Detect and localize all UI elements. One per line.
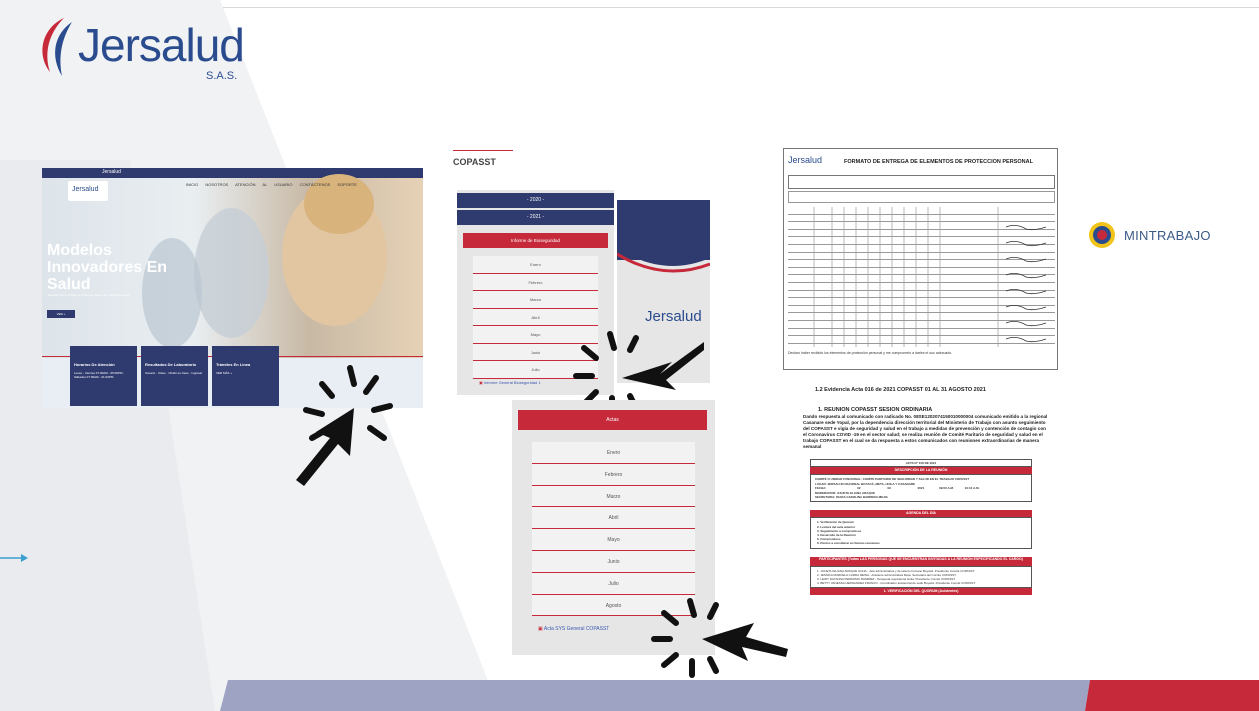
month-item[interactable]: Febrero xyxy=(532,463,695,486)
epp-form-document: Jersalud FORMATO DE ENTREGA DE ELEMENTOS… xyxy=(783,148,1058,370)
pdf-link-label: Informe General Bioseguridad 1 xyxy=(483,380,541,385)
desc-box: COMITÉ O UNIDAD FUNCIONAL: COMITÉ PARITA… xyxy=(810,474,1032,503)
year-2021-bar[interactable]: - 2021 - xyxy=(457,210,614,225)
month-item[interactable]: Enero xyxy=(473,256,598,274)
fecha-label: FECHA: xyxy=(815,486,827,491)
click-cursor-icon xyxy=(296,365,393,486)
month-item[interactable]: Junio xyxy=(532,550,695,573)
copasst-underline xyxy=(453,150,513,151)
website-nav-text: Jersalud xyxy=(102,169,121,175)
comite-label: COMITÉ O UNIDAD FUNCIONAL: xyxy=(815,477,862,482)
website-menu[interactable]: INICIO NOSOTROS ATENCIÓN AL USUARIO CONT… xyxy=(186,182,357,187)
form-footer: Declaro haber recibido los elementos de … xyxy=(788,351,953,355)
copasst-label: COPASST xyxy=(453,157,496,167)
year-2020-bar[interactable]: - 2020 - xyxy=(457,193,614,208)
acta-table: ACTA N° 016 DE 2021 DESCRIPCIÓN DE LA RE… xyxy=(810,459,1032,655)
banner-logo-text: Jersalud xyxy=(645,308,702,325)
acta-number: ACTA N° 016 DE 2021 xyxy=(810,459,1032,468)
month-item[interactable]: Julio xyxy=(532,572,695,595)
arrow-right-icon xyxy=(0,554,28,562)
agenda-item: 6. Puntos a considerar en futuras reunio… xyxy=(817,541,880,546)
evidence-title: 1.2 Evidencia Acta 016 de 2021 COPASST 0… xyxy=(815,387,986,393)
participants-header: PARTICIPANTES (Todas LAS PERSONAS QUE SE… xyxy=(810,556,1032,566)
secretaria: SECRETARIA: DIANA CAROLINA BARRERA MEJIA xyxy=(815,495,888,500)
fecha-dd: 02 xyxy=(857,486,861,491)
month-item[interactable]: Marzo xyxy=(532,485,695,508)
bioseguridad-header: Informe de Bioseguridad xyxy=(463,233,608,248)
acta-pdf-link[interactable]: ▣ Acta SYS General COPASST xyxy=(538,626,609,632)
evidence-heading: 1. REUNION COPASST SESION ORDINARIA xyxy=(818,407,933,413)
website-cta-button[interactable]: VER + xyxy=(47,310,75,318)
month-item[interactable]: Abril xyxy=(473,308,598,326)
website-card-horarios[interactable]: Horarios De Atención Lunes - Viernes 07:… xyxy=(70,346,137,406)
hora-fin: 10:10 A.M. xyxy=(964,486,980,491)
month-item[interactable]: Febrero xyxy=(473,273,598,291)
click-cursor-icon xyxy=(651,598,788,678)
form-info-row xyxy=(788,191,1055,203)
card-subtitle: Usuario · Clave · Olvidó su clave · Ingr… xyxy=(145,371,203,375)
form-columns xyxy=(813,207,1047,347)
logo-suffix: S.A.S. xyxy=(206,70,238,82)
website-hero-description: Jersalud S.A.S. brinda servicios de salu… xyxy=(47,293,130,297)
form-header-row xyxy=(788,175,1055,189)
card-title: Horarios De Atención xyxy=(74,362,115,367)
colombia-seal-icon xyxy=(1089,222,1115,248)
pdf-icon: ▣ xyxy=(479,380,483,385)
agenda-header: AGENDA DEL DÍA xyxy=(810,510,1032,518)
card-subtitle: VER MÁS + xyxy=(216,371,233,375)
pdf-icon: ▣ xyxy=(538,626,543,632)
card-title: Resultados De Laboratorio xyxy=(145,362,197,367)
hora-inicio: 09:00 A.M. xyxy=(939,486,954,491)
card-subtitle: Lunes - Viernes 07:00AM - 05:00PM · Sába… xyxy=(74,371,125,379)
month-item[interactable]: Enero xyxy=(532,442,695,464)
participant-item: 4. BETTY VANESSA HERNANDEZ FRANCO - Coor… xyxy=(817,581,976,586)
evidence-paragraph: Dando respuesta al comunicado con radica… xyxy=(803,414,1048,449)
mintrabajo-text: MINTRABAJO xyxy=(1124,228,1211,243)
website-top-bar: Jersalud xyxy=(42,168,423,178)
logo-text: Jersalud xyxy=(78,19,245,71)
actas-header: Actas xyxy=(518,410,707,430)
card-title: Trámites En Línea xyxy=(216,362,251,367)
mintrabajo-logo: MINTRABAJO xyxy=(1088,220,1218,252)
jersalud-logo: Jersalud S.A.S. xyxy=(34,14,264,84)
month-item[interactable]: Mayo xyxy=(532,529,695,551)
form-logo: Jersalud xyxy=(788,155,823,165)
form-title: FORMATO DE ENTREGA DE ELEMENTOS DE PROTE… xyxy=(844,159,1033,165)
website-logo[interactable]: Jersalud xyxy=(68,181,108,201)
actas-months: Enero Febrero Marzo Abril Mayo Junio Jul… xyxy=(532,442,695,617)
website-card-tramites[interactable]: Trámites En Línea VER MÁS + xyxy=(212,346,279,406)
comite-value: COMITÉ PARITARIO DE SEGURIDAD Y SALUD EN… xyxy=(862,477,970,482)
bioseguridad-pdf-link[interactable]: ▣ Informe General Bioseguridad 1 xyxy=(479,380,541,385)
fecha-mm: 09 xyxy=(887,486,891,491)
slide: Jersalud S.A.S. Jersalud Jersalud INICIO… xyxy=(0,0,1259,711)
fecha-aa: 2021 xyxy=(917,486,925,491)
verification-header: 1. VERIFICACIÓN DEL QUORUM (Asistentes) xyxy=(810,588,1032,596)
desc-header: DESCRIPCIÓN DE LA REUNIÓN xyxy=(810,467,1032,475)
banner-wave xyxy=(617,248,710,273)
website-hero-title: Modelos Innovadores En Salud xyxy=(47,242,168,293)
hero-doctor-image xyxy=(194,208,269,338)
bottom-bar xyxy=(220,680,1259,711)
website-card-laboratorio[interactable]: Resultados De Laboratorio Usuario · Clav… xyxy=(141,346,208,406)
participants-box: 1. JULIETH ELIANA ARAQUE OCHA - Jefe adm… xyxy=(810,565,1032,589)
month-item[interactable]: Abril xyxy=(532,507,695,530)
agenda-box: 1. Verificación de Quorum 2. Lectura del… xyxy=(810,517,1032,549)
month-item[interactable]: Marzo xyxy=(473,291,598,309)
logo-swoosh-icon xyxy=(42,18,72,76)
pdf-link-label: Acta SYS General COPASST xyxy=(543,626,610,632)
